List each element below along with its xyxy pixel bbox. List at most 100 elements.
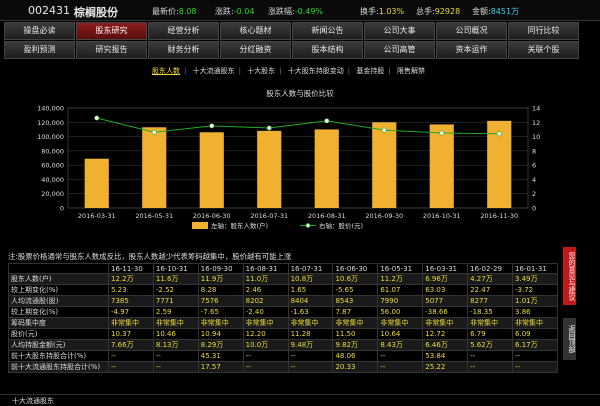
table-cell: 10.0万: [242, 339, 289, 352]
price-point: [209, 123, 215, 129]
subtab-top10-float[interactable]: 十大流通股东: [193, 67, 235, 75]
sub-tabs: 股东人数 | 十大流通股东 | 十大股东 | 十大股东持股变动 | 基金持股 | 限售解禁: [150, 66, 427, 76]
shareholder-price-chart: 股东人数与股价比较 0 0 20,000 2 40,000 4 60,000 6 80,000 8…: [0, 78, 600, 246]
table-cell: --: [242, 350, 289, 363]
nav-button[interactable]: 公司概况: [436, 22, 507, 40]
table-cell: 3.86: [512, 306, 558, 319]
quote-last-price: 最新价:8.08: [152, 7, 197, 16]
subtab-top10-change[interactable]: 十大股东持股变动: [288, 67, 344, 75]
x-tick-label: 2016-09-30: [365, 212, 403, 220]
y-right-tick-label: 0: [532, 205, 536, 213]
date-header: 16-02-29: [467, 262, 514, 275]
separator: |: [388, 67, 391, 75]
nav-button[interactable]: 研究报告: [76, 41, 147, 59]
table-cell: 6.96万: [422, 273, 469, 286]
date-header: 16-01-31: [512, 262, 558, 275]
table-cell: 63.03: [422, 284, 469, 297]
table-cell: 8543: [332, 295, 379, 308]
table-cell: 7771: [152, 295, 199, 308]
header-blank: [8, 262, 109, 275]
price-point: [496, 131, 502, 137]
nav-button[interactable]: 同行比较: [508, 22, 579, 40]
table-cell: 4.27万: [467, 273, 514, 286]
table-cell: --: [512, 350, 558, 363]
table-cell: --: [377, 361, 424, 374]
table-cell: 非常集中: [467, 317, 514, 330]
date-header: 16-11-30: [108, 262, 154, 275]
nav-button[interactable]: 财务分析: [148, 41, 219, 59]
table-cell: 9.82万: [332, 339, 379, 352]
nav-button[interactable]: 分红融资: [220, 41, 291, 59]
table-cell: 12.20: [242, 328, 289, 341]
price-point: [266, 125, 272, 131]
table-cell: 6.17万: [512, 339, 558, 352]
back-to-top-button[interactable]: 返回顶部: [563, 318, 576, 360]
table-cell: 11.9万: [197, 273, 244, 286]
subtab-fund-holding[interactable]: 基金持股: [356, 67, 384, 75]
row-label: 筹码集中度: [8, 317, 109, 330]
table-cell: --: [287, 361, 334, 374]
table-cell: 5.23: [108, 284, 154, 297]
y-right-tick-label: 14: [532, 105, 540, 113]
feedback-button[interactable]: 您的意见与建议: [563, 247, 576, 305]
table-cell: 61.07: [377, 284, 424, 297]
nav-button[interactable]: 核心题材: [220, 22, 291, 40]
row-label: 较上期变化(%): [8, 284, 109, 297]
nav-button[interactable]: 关联个股: [508, 41, 579, 59]
table-row: 人均流通股(股) 7385 7771 7576 8202 8404 8543 7990 5077…: [8, 295, 558, 308]
table-cell: 10.64: [377, 328, 424, 341]
nav-button[interactable]: 操盘必读: [4, 22, 75, 40]
nav-button[interactable]: 新闻公告: [292, 22, 363, 40]
y-left-tick-label: 100,000: [37, 133, 64, 141]
table-cell: 10.94: [197, 328, 244, 341]
table-cell: 1.01万: [512, 295, 558, 308]
bar: [314, 129, 339, 208]
table-cell: 2.59: [152, 306, 199, 319]
nav-button[interactable]: 经营分析: [148, 22, 219, 40]
nav-button-active[interactable]: 股东研究: [76, 22, 147, 40]
legend-swatch-bars: [192, 222, 208, 229]
table-cell: 20.33: [332, 361, 379, 374]
y-right-tick-label: 2: [532, 190, 536, 198]
date-header: 16-06-30: [332, 262, 379, 275]
quote-amount: 金额:8451万: [472, 7, 520, 16]
table-cell: 非常集中: [287, 317, 334, 330]
table-cell: 7385: [108, 295, 154, 308]
row-label: 人均持股金额(元): [8, 339, 109, 352]
chart-title: 股东人数与股价比较: [266, 88, 334, 98]
table-row: 前十大流通股东持股合计(%) -- -- 17.57 -- -- 20.33 -- 25.22-…: [8, 361, 558, 374]
y-right-tick-label: 4: [532, 176, 536, 184]
table-row: 股价(元) 10.37 10.46 10.94 12.20 11.28 11.50 10.64…: [8, 328, 558, 341]
shareholder-table: 16-11-30 16-10-31 16-09-30 16-08-31 16-07-31…: [8, 262, 558, 374]
subtab-top10[interactable]: 十大股东: [247, 67, 275, 75]
y-left-tick-label: 40,000: [41, 176, 64, 184]
plot-frame: [67, 107, 529, 209]
nav-button[interactable]: 资本运作: [436, 41, 507, 59]
table-cell: -5.65: [332, 284, 379, 297]
table-cell: 22.47: [467, 284, 514, 297]
table-cell: 非常集中: [152, 317, 199, 330]
nav-button[interactable]: 公司高管: [364, 41, 435, 59]
subtab-shareholder-count[interactable]: 股东人数: [152, 67, 180, 75]
table-cell: 7.87: [332, 306, 379, 319]
table-cell: --: [377, 350, 424, 363]
table-cell: 10.6万: [332, 273, 379, 286]
y-left-tick-label: 20,000: [41, 190, 64, 198]
separator: |: [184, 67, 187, 75]
x-tick-label: 2016-07-31: [250, 212, 288, 220]
nav-button[interactable]: 公司大事: [364, 22, 435, 40]
table-cell: --: [467, 361, 514, 374]
table-cell: 6.46万: [422, 339, 469, 352]
nav-button[interactable]: 盈利预测: [4, 41, 75, 59]
table-cell: --: [152, 350, 199, 363]
nav-button[interactable]: 股本结构: [292, 41, 363, 59]
table-cell: 8404: [287, 295, 334, 308]
table-cell: -2.52: [152, 284, 199, 297]
table-cell: --: [108, 361, 154, 374]
x-tick-label: 2016-06-30: [193, 212, 231, 220]
subtab-unlock[interactable]: 限售解禁: [397, 67, 425, 75]
table-row: 前十大股东持股合计(%) -- -- 45.31 -- -- 48.06 -- 53.84 -- -…: [8, 350, 558, 363]
table-cell: 8202: [242, 295, 289, 308]
y-left-tick-label: 80,000: [41, 147, 64, 155]
table-cell: --: [467, 350, 514, 363]
